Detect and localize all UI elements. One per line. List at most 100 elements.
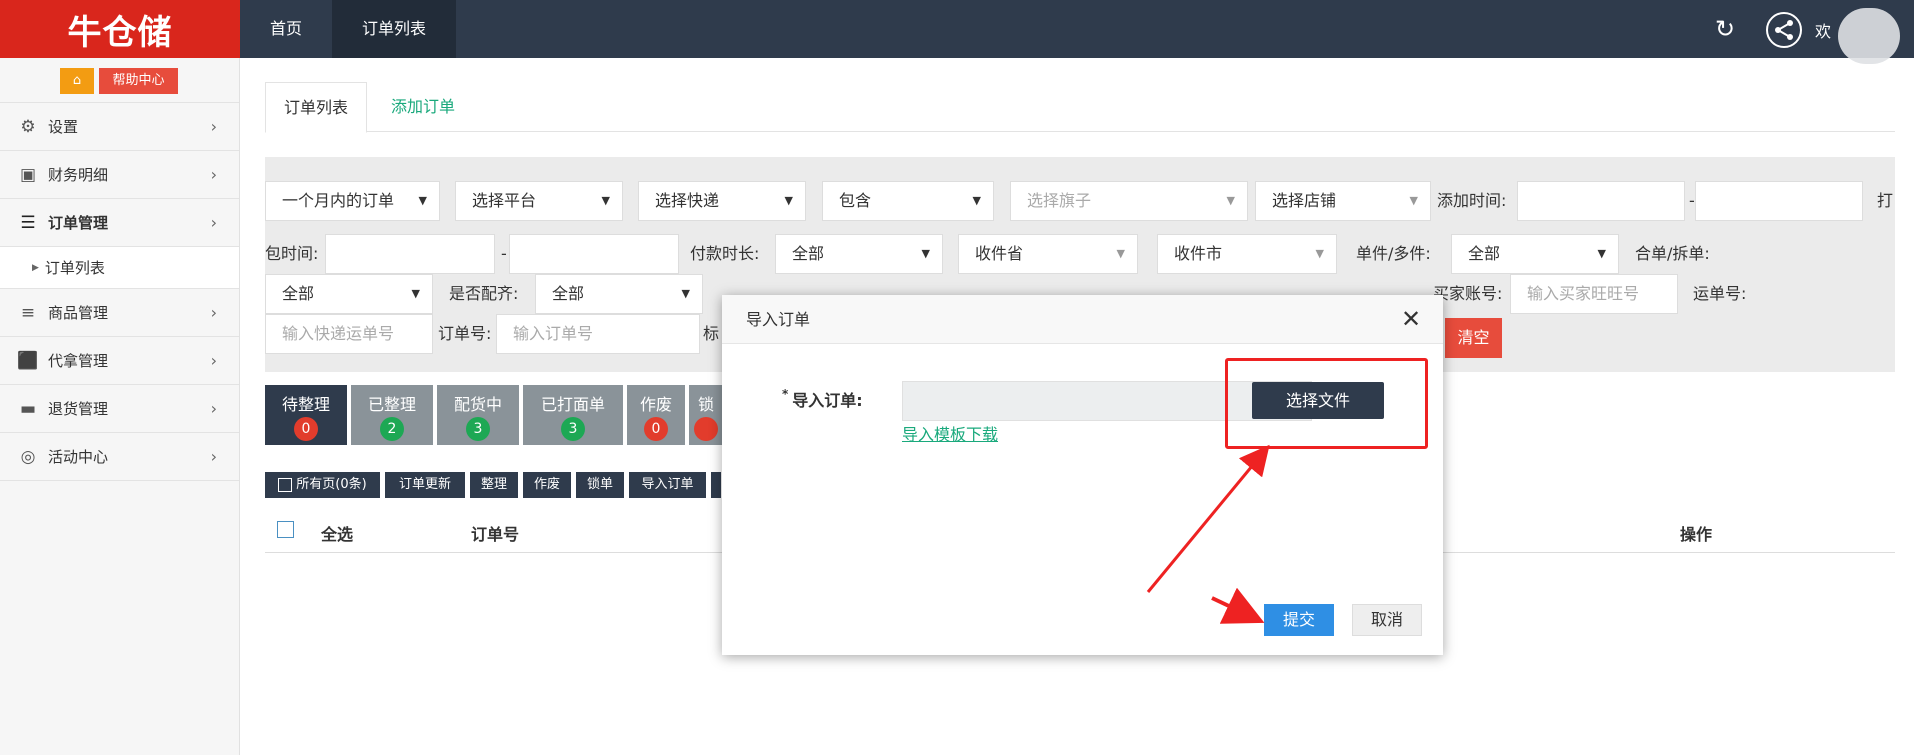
select-all-label: 全选 [321,525,354,544]
caret-down-icon: ▼ [1226,194,1235,207]
waybill-label: 运单号: [1693,284,1747,303]
matched-select[interactable]: 全部 ▼ [535,274,703,314]
pack-time-end-input[interactable] [509,234,679,274]
add-time-end-input[interactable] [1695,181,1863,221]
sidebar-item-label: 订单管理 [48,214,109,232]
status-tab[interactable]: 配货中 3 [437,385,519,445]
status-tab[interactable]: 已整理 2 [351,385,433,445]
sidebar-item-settings[interactable]: ⚙ 设置 › [0,103,239,151]
welcome-text: 欢 [1815,22,1832,41]
tab-add-order[interactable]: 添加订单 [373,82,473,133]
status-tab-label: 待整理 [281,395,330,414]
refresh-icon[interactable]: ↻ [1710,14,1740,44]
single-multi-select[interactable]: 全部 ▼ [1451,234,1619,274]
status-tab-label: 作废 [639,395,672,414]
single-multi-label: 单件/多件: [1356,244,1431,263]
sidebar-item-activities[interactable]: ◎ 活动中心 › [0,433,239,481]
import-field-text: 导入订单: [792,391,863,410]
flag-select[interactable]: 选择旗子 ▼ [1010,181,1248,221]
column-operate: 操作 [1680,525,1713,544]
list-bullet-icon: ≡ [20,302,36,323]
logo[interactable]: 牛仓储 [0,0,240,58]
status-count-badge [694,417,718,441]
add-time-start-input[interactable] [1517,181,1685,221]
truck-icon: ▬ [19,398,37,419]
platform-value: 选择平台 [472,191,537,210]
organize-button[interactable]: 整理 [470,472,518,498]
template-download-link[interactable]: 导入模板下载 [902,421,998,445]
express-select[interactable]: 选择快递 ▼ [638,181,806,221]
caret-down-icon: ▼ [784,194,793,207]
status-tab[interactable]: 已打面单 3 [523,385,623,445]
status-tab-label: 配货中 [453,395,502,414]
order-number-input[interactable]: 输入订单号 [496,314,700,354]
order-update-button[interactable]: 订单更新 [385,472,465,498]
clear-button[interactable]: 清空 [1445,318,1502,358]
void-button[interactable]: 作废 [523,472,571,498]
status-tab[interactable]: 作废 0 [627,385,685,445]
pay-duration-select[interactable]: 全部 ▼ [775,234,943,274]
caret-down-icon: ▼ [1597,247,1606,260]
platform-select[interactable]: 选择平台 ▼ [455,181,623,221]
select-all-checkbox[interactable] [277,521,294,538]
more-action-button[interactable] [711,472,721,498]
chevron-right-icon: › [210,213,217,232]
submit-button[interactable]: 提交 [1264,604,1334,636]
status-tab[interactable]: 待整理 0 [265,385,347,445]
status-tab-label: 已打面单 [540,395,605,414]
flag-placeholder: 选择旗子 [1027,191,1092,210]
city-value: 收件市 [1174,244,1223,263]
time-range-select[interactable]: 一个月内的订单 ▼ [265,181,440,221]
pack-time-start-input[interactable] [325,234,495,274]
caret-down-icon: ▼ [1409,194,1418,207]
status-tab[interactable]: 锁 [689,385,723,445]
tab-order-list[interactable]: 订单列表 [265,82,368,133]
sidebar-subitem-order-list[interactable]: ▶ 订单列表 [0,247,239,289]
column-order-no: 订单号 [471,525,520,544]
gear-icon: ⚙ [20,116,36,137]
cancel-button[interactable]: 取消 [1352,604,1422,636]
top-bar: 牛仓储 首页 订单列表 ↻ 欢 [0,0,1914,64]
shop-select[interactable]: 选择店铺 ▼ [1255,181,1431,221]
caret-right-icon: ▶ [32,262,39,273]
caret-down-icon: ▼ [418,194,427,207]
import-order-button[interactable]: 导入订单 [629,472,706,498]
city-select[interactable]: 收件市 ▼ [1157,234,1337,274]
range-dash: - [1689,191,1695,210]
express-number-input[interactable]: 输入快递运单号 [265,314,433,354]
dialog-header: 导入订单 ✕ [722,295,1443,344]
sidebar-item-proxy-pickup[interactable]: ⬛ 代拿管理 › [0,337,239,385]
share-icon[interactable] [1766,12,1802,48]
avatar[interactable] [1838,8,1900,64]
sidebar-item-products[interactable]: ≡ 商品管理 › [0,289,239,337]
pack-time-label: 包时间: [265,244,319,263]
matched-label: 是否配齐: [449,284,519,303]
sidebar-item-orders[interactable]: ☰ 订单管理 › [0,199,239,247]
lock-order-button[interactable]: 锁单 [576,472,624,498]
help-center-button[interactable]: 帮助中心 [99,68,178,94]
caret-down-icon: ▼ [1116,247,1125,260]
caret-down-icon: ▼ [681,287,690,300]
sidebar-item-returns[interactable]: ▬ 退货管理 › [0,385,239,433]
merge-split-select[interactable]: 全部 ▼ [265,274,433,314]
merge-split-value: 全部 [282,284,315,303]
print-label-cut: 打 [1877,191,1894,210]
checkbox-icon [278,477,293,492]
all-pages-button[interactable]: 所有页(0条) [265,472,380,498]
status-count-badge: 3 [466,417,490,441]
add-time-label: 添加时间: [1437,191,1507,210]
buyer-account-input[interactable]: 输入买家旺旺号 [1510,274,1678,314]
home-icon[interactable]: ⌂ [60,68,94,94]
contains-select[interactable]: 包含 ▼ [822,181,994,221]
status-count-badge: 2 [380,417,404,441]
caret-down-icon: ▼ [411,287,420,300]
single-multi-value: 全部 [1468,244,1501,263]
close-icon[interactable]: ✕ [1397,305,1425,333]
sidebar-item-finance[interactable]: ▣ 财务明细 › [0,151,239,199]
nav-order-list[interactable]: 订单列表 [332,0,457,58]
province-select[interactable]: 收件省 ▼ [958,234,1138,274]
top-nav: 首页 订单列表 [240,0,457,58]
caret-down-icon: ▼ [972,194,981,207]
nav-home[interactable]: 首页 [240,0,332,58]
cart-icon: ⬛ [17,350,39,371]
